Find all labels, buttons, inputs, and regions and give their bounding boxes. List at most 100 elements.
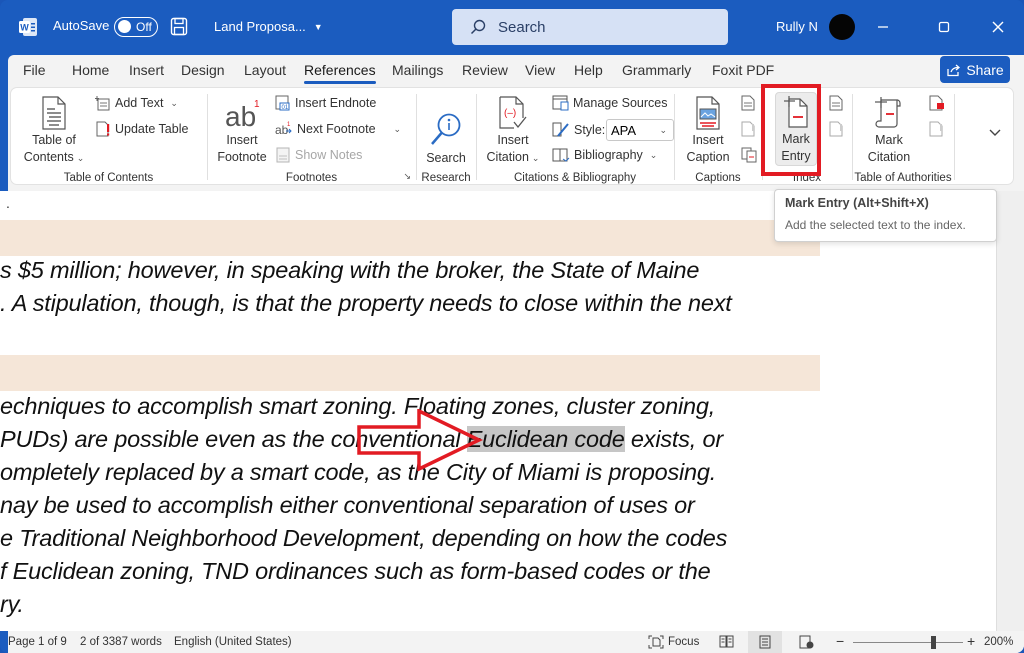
insert-table-of-authorities-button[interactable] xyxy=(929,95,945,111)
bibliography-button[interactable]: Bibliography ⌄ xyxy=(552,147,657,163)
tab-review[interactable]: Review xyxy=(462,62,508,78)
insert-footnote-label-1: Insert xyxy=(226,133,258,147)
zoom-out-button[interactable]: − xyxy=(836,633,844,649)
tab-mailings[interactable]: Mailings xyxy=(392,62,443,78)
zoom-level[interactable]: 200% xyxy=(984,636,1013,648)
toc-label-2: Contents ⌄ xyxy=(23,150,85,164)
search-placeholder: Search xyxy=(498,18,546,36)
vertical-scrollbar[interactable] xyxy=(996,191,1024,631)
tab-help[interactable]: Help xyxy=(574,62,603,78)
doc-line: ry. xyxy=(0,591,24,617)
tab-insert[interactable]: Insert xyxy=(129,62,164,78)
print-layout-button[interactable] xyxy=(748,631,782,653)
chevron-down-icon xyxy=(989,129,1001,136)
group-label-research: Research xyxy=(421,172,471,184)
read-mode-button[interactable] xyxy=(719,635,734,648)
search-button[interactable]: Search xyxy=(421,92,471,167)
share-label: Share xyxy=(966,61,1004,78)
focus-button[interactable]: Focus xyxy=(648,635,699,649)
maximize-icon xyxy=(938,21,950,33)
add-text-label: Add Text xyxy=(115,96,164,110)
minimize-button[interactable] xyxy=(868,14,898,40)
mark-citation-label-1: Mark xyxy=(875,133,903,147)
mark-entry-label-2: Entry xyxy=(781,149,811,163)
group-research: Search Research xyxy=(417,88,475,186)
close-button[interactable] xyxy=(983,14,1013,40)
tab-view[interactable]: View xyxy=(525,62,555,78)
manage-sources-button[interactable]: Manage Sources xyxy=(552,95,668,111)
tab-design[interactable]: Design xyxy=(181,62,225,78)
shaded-paragraph xyxy=(0,220,820,256)
cross-reference-icon xyxy=(741,147,757,163)
doc-line: ompletely replaced by a smart code, as t… xyxy=(0,459,717,485)
paragraph-mark: . xyxy=(6,195,10,211)
insert-caption-button[interactable]: Insert Caption xyxy=(679,92,737,166)
show-notes-button[interactable]: Show Notes xyxy=(275,147,362,163)
insert-endnote-icon: 01 xyxy=(275,95,290,111)
tab-file[interactable]: File xyxy=(23,62,46,78)
show-notes-label: Show Notes xyxy=(295,148,363,162)
ribbon-area: File Home Insert Design Layout Reference… xyxy=(0,55,1024,653)
zoom-in-button[interactable]: + xyxy=(967,633,975,649)
style-select[interactable]: APA ⌄ xyxy=(606,119,674,141)
insert-footnote-button[interactable]: ab 1 Insert Footnote xyxy=(214,92,270,166)
avatar[interactable] xyxy=(829,14,855,40)
web-layout-button[interactable] xyxy=(799,635,814,649)
selected-text[interactable]: Euclidean code xyxy=(466,426,625,452)
tab-foxit-pdf[interactable]: Foxit PDF xyxy=(712,62,774,78)
insert-citation-icon: (–) xyxy=(498,92,528,130)
word-count[interactable]: 2 of 3387 words xyxy=(80,636,162,648)
ribbon-collapse-button[interactable] xyxy=(988,127,1002,141)
insert-footnote-icon: ab 1 xyxy=(223,92,261,130)
maximize-button[interactable] xyxy=(929,14,959,40)
tooltip-title: Mark Entry (Alt+Shift+X) xyxy=(785,196,929,210)
add-text-button[interactable]: Add Text ⌄ xyxy=(95,95,178,111)
save-icon[interactable] xyxy=(170,17,188,36)
bibliography-label: Bibliography xyxy=(574,148,643,162)
page-count[interactable]: Page 1 of 9 xyxy=(8,636,67,648)
group-citations: (–) Insert Citation ⌄ Manage Sources Styl… xyxy=(477,88,674,186)
tab-grammarly[interactable]: Grammarly xyxy=(622,62,691,78)
svg-text:W: W xyxy=(20,23,29,33)
mark-citation-button[interactable]: Mark Citation xyxy=(859,92,919,166)
insert-index-button[interactable] xyxy=(829,95,843,111)
focus-icon xyxy=(648,635,664,649)
insert-endnote-button[interactable]: 01 Insert Endnote xyxy=(275,95,376,111)
language[interactable]: English (United States) xyxy=(174,636,292,648)
autosave-toggle[interactable]: Off xyxy=(114,17,158,37)
document-title[interactable]: Land Proposa... ▼ xyxy=(214,19,323,34)
bibliography-icon xyxy=(552,148,570,162)
insert-table-of-figures-button[interactable] xyxy=(741,95,755,111)
tooltip: Mark Entry (Alt+Shift+X) Add the selecte… xyxy=(774,189,997,242)
table-of-contents-button[interactable]: Table of Contents ⌄ xyxy=(19,92,89,167)
tab-home[interactable]: Home xyxy=(72,62,109,78)
add-text-icon xyxy=(95,96,110,111)
share-button[interactable]: Share xyxy=(940,56,1010,83)
zoom-slider-track[interactable] xyxy=(853,642,963,643)
update-index-button[interactable] xyxy=(829,121,843,137)
tab-references[interactable]: References xyxy=(304,62,376,84)
mark-entry-button[interactable]: Mark Entry xyxy=(775,92,817,166)
update-table-button[interactable]: Update Table xyxy=(95,121,188,137)
chevron-down-icon: ⌄ xyxy=(659,124,667,135)
doc-text: exists, or xyxy=(624,426,723,452)
zoom-slider-thumb[interactable] xyxy=(931,636,936,649)
ribbon: Table of Contents ⌄ Add Text ⌄ Update Tabl… xyxy=(10,87,1014,185)
document-title-text: Land Proposa... xyxy=(214,19,306,34)
toc-label-1: Table of xyxy=(32,133,76,147)
insert-citation-button[interactable]: (–) Insert Citation ⌄ xyxy=(481,92,545,167)
tab-layout[interactable]: Layout xyxy=(244,62,286,78)
word-logo-icon: W xyxy=(18,17,38,37)
search-button-label: Search xyxy=(426,151,466,165)
search-box[interactable]: Search xyxy=(452,9,728,45)
update-table-of-figures-button[interactable] xyxy=(741,121,755,137)
document-page[interactable]: . s $5 million; however, in speaking wit… xyxy=(0,191,996,631)
next-footnote-button[interactable]: ab 1 Next Footnote ⌄ xyxy=(275,121,401,137)
close-icon xyxy=(992,21,1004,33)
update-table-of-authorities-button[interactable] xyxy=(929,121,943,137)
update-table-label: Update Table xyxy=(115,122,189,136)
dialog-launcher-icon[interactable]: ↘ xyxy=(403,171,411,182)
cross-reference-button[interactable] xyxy=(741,147,757,163)
user-name[interactable]: Rully N xyxy=(776,19,818,34)
insert-endnote-label: Insert Endnote xyxy=(295,96,377,110)
